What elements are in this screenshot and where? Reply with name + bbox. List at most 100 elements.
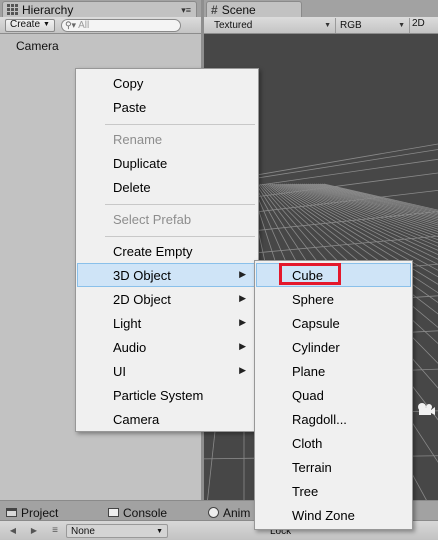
hierarchy-context-menu: Copy Paste Rename Duplicate Delete Selec… xyxy=(75,68,259,432)
clip-dropdown[interactable]: None ▼ xyxy=(66,524,168,538)
3d-object-submenu: Cube Sphere Capsule Cylinder Plane Quad … xyxy=(254,260,413,530)
previous-keyframe-icon[interactable]: ◀ xyxy=(6,524,20,537)
submenu-item-ragdoll[interactable]: Ragdoll... xyxy=(256,407,411,431)
menu-item-label: 2D Object xyxy=(113,291,171,307)
submenu-item-capsule[interactable]: Capsule xyxy=(256,311,411,335)
next-keyframe-icon[interactable]: ▶ xyxy=(27,524,41,537)
tab-scene[interactable]: # Scene xyxy=(206,1,302,17)
menu-item-light[interactable]: Light ▶ xyxy=(77,311,257,335)
menu-item-create-empty[interactable]: Create Empty xyxy=(77,239,257,263)
menu-separator xyxy=(105,124,255,125)
submenu-arrow-icon: ▶ xyxy=(239,365,246,375)
scene-toolbar: Textured ▼ RGB ▼ 2D xyxy=(204,17,438,34)
menu-item-particle-system[interactable]: Particle System xyxy=(77,383,257,407)
menu-item-label: 3D Object xyxy=(113,267,171,283)
scene-grid-icon: # xyxy=(211,2,218,17)
clip-dropdown-value: None xyxy=(71,525,95,537)
tab-project-label: Project xyxy=(21,505,59,520)
submenu-item-label: Plane xyxy=(292,363,326,379)
dropdown-arrow-icon: ▼ xyxy=(156,527,163,535)
menu-item-delete[interactable]: Delete xyxy=(77,175,257,199)
submenu-arrow-icon: ▶ xyxy=(239,317,246,327)
menu-item-duplicate[interactable]: Duplicate xyxy=(77,151,257,175)
hierarchy-list-icon xyxy=(7,4,18,15)
menu-item-label: Light xyxy=(113,315,142,331)
submenu-arrow-icon: ▶ xyxy=(239,341,246,351)
mode-2d-toggle[interactable]: 2D xyxy=(412,18,425,29)
submenu-item-cube[interactable]: Cube xyxy=(256,263,411,287)
search-placeholder: All xyxy=(78,19,90,31)
submenu-item-quad[interactable]: Quad xyxy=(256,383,411,407)
submenu-item-label: Capsule xyxy=(292,315,340,331)
menu-item-label: Select Prefab xyxy=(113,211,192,227)
render-channel-dropdown[interactable]: RGB ▼ xyxy=(336,18,410,33)
submenu-item-terrain[interactable]: Terrain xyxy=(256,455,411,479)
menu-item-rename: Rename xyxy=(77,127,257,151)
hierarchy-tabbar: Hierarchy ▾≡ xyxy=(0,0,201,17)
camera-gizmo-icon[interactable] xyxy=(416,402,436,418)
dropdown-arrow-icon: ▼ xyxy=(43,21,50,28)
menu-item-label: Create Empty xyxy=(113,243,193,259)
search-icon: ⚲▾ xyxy=(64,19,77,30)
shading-mode-dropdown[interactable]: Textured ▼ xyxy=(210,18,336,33)
menu-item-copy[interactable]: Copy xyxy=(77,71,257,95)
submenu-arrow-icon: ▶ xyxy=(239,269,246,279)
tab-project[interactable]: Project xyxy=(6,504,58,521)
submenu-item-label: Tree xyxy=(292,483,319,499)
scene-tab-label: Scene xyxy=(221,2,256,17)
tab-hierarchy[interactable]: Hierarchy ▾≡ xyxy=(2,1,197,17)
menu-separator xyxy=(105,204,255,205)
menu-separator xyxy=(105,236,255,237)
submenu-item-label: Cube xyxy=(292,267,324,283)
menu-item-label: Copy xyxy=(113,75,144,91)
create-dropdown-button[interactable]: Create ▼ xyxy=(5,18,55,32)
render-channel-value: RGB xyxy=(340,20,362,31)
tab-animation-label: Anim xyxy=(223,505,251,520)
submenu-item-tree[interactable]: Tree xyxy=(256,479,411,503)
menu-item-ui[interactable]: UI ▶ xyxy=(77,359,257,383)
hierarchy-search-input[interactable]: ⚲▾ All xyxy=(60,18,181,32)
folder-icon xyxy=(6,508,17,517)
menu-item-label: Rename xyxy=(113,131,163,147)
menu-item-select-prefab: Select Prefab xyxy=(77,207,257,231)
menu-item-camera[interactable]: Camera xyxy=(77,407,257,431)
menu-item-label: Particle System xyxy=(113,387,204,403)
menu-item-label: Paste xyxy=(113,99,147,115)
scene-tabbar: # Scene xyxy=(204,0,438,17)
menu-item-label: Audio xyxy=(113,339,147,355)
menu-item-label: UI xyxy=(113,363,126,379)
dropdown-arrow-icon: ▼ xyxy=(398,22,405,29)
tab-animation[interactable]: Anim xyxy=(208,504,250,521)
dropdown-arrow-icon: ▼ xyxy=(324,22,331,29)
submenu-item-sphere[interactable]: Sphere xyxy=(256,287,411,311)
menu-item-3d-object[interactable]: 3D Object ▶ xyxy=(77,263,257,287)
list-icon[interactable]: ≡ xyxy=(48,524,62,537)
clock-icon xyxy=(208,507,219,518)
tab-console-label: Console xyxy=(123,505,168,520)
hierarchy-item-camera[interactable]: Camera xyxy=(16,39,59,53)
menu-item-label: Camera xyxy=(113,411,160,427)
submenu-item-plane[interactable]: Plane xyxy=(256,359,411,383)
menu-item-label: Delete xyxy=(113,179,151,195)
submenu-item-wind-zone[interactable]: Wind Zone xyxy=(256,503,411,527)
create-label: Create xyxy=(10,19,41,30)
submenu-item-label: Cylinder xyxy=(292,339,340,355)
menu-item-2d-object[interactable]: 2D Object ▶ xyxy=(77,287,257,311)
submenu-item-label: Sphere xyxy=(292,291,334,307)
tab-console[interactable]: Console xyxy=(108,504,167,521)
submenu-item-label: Terrain xyxy=(292,459,332,475)
submenu-item-label: Quad xyxy=(292,387,324,403)
hierarchy-tab-label: Hierarchy xyxy=(22,2,74,17)
menu-item-audio[interactable]: Audio ▶ xyxy=(77,335,257,359)
panel-menu-icon[interactable]: ▾≡ xyxy=(181,5,191,16)
submenu-item-label: Wind Zone xyxy=(292,507,355,523)
console-icon xyxy=(108,508,119,517)
shading-mode-value: Textured xyxy=(214,20,253,31)
submenu-arrow-icon: ▶ xyxy=(239,293,246,303)
menu-item-label: Duplicate xyxy=(113,155,168,171)
hierarchy-toolbar: Create ▼ ⚲▾ All xyxy=(0,17,201,34)
menu-item-paste[interactable]: Paste xyxy=(77,95,257,119)
submenu-item-cylinder[interactable]: Cylinder xyxy=(256,335,411,359)
submenu-item-cloth[interactable]: Cloth xyxy=(256,431,411,455)
submenu-item-label: Ragdoll... xyxy=(292,411,347,427)
